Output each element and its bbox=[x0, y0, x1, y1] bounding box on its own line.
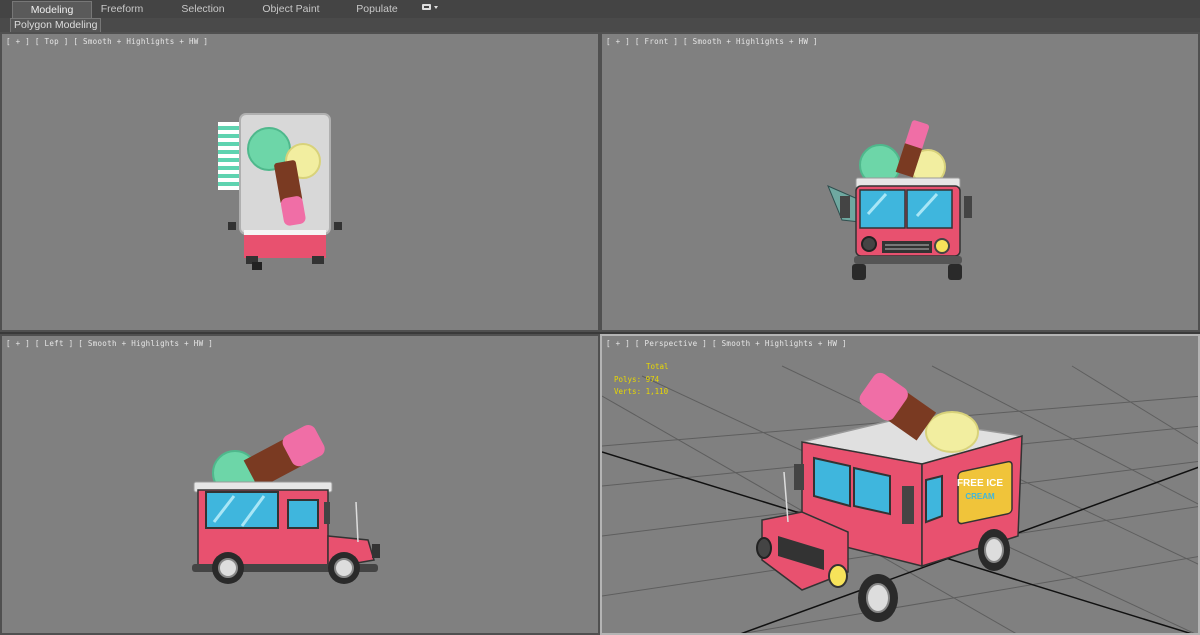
stats-verts-label: Verts: bbox=[614, 387, 642, 396]
tab-object-paint[interactable]: Object Paint bbox=[254, 1, 328, 17]
stats-verts-value: 1,110 bbox=[645, 387, 669, 396]
viewport-perspective-label[interactable]: [ + ] [ Perspective ] [ Smooth + Highlig… bbox=[606, 339, 847, 348]
scene-statistics: Total Polys: 974 Verts: 1,110 bbox=[614, 361, 669, 399]
ribbon-options-glyph bbox=[422, 4, 438, 10]
ribbon-bar: Modeling Freeform Selection Object Paint… bbox=[0, 0, 1200, 19]
tab-populate[interactable]: Populate bbox=[348, 1, 406, 17]
stats-polys-value: 974 bbox=[645, 374, 660, 384]
sign-text-line1: FREE ICE bbox=[957, 478, 1003, 489]
tab-selection[interactable]: Selection bbox=[170, 1, 236, 17]
stats-header: Total bbox=[646, 362, 669, 371]
stats-polys-label: Polys: bbox=[614, 374, 642, 384]
truck-left-view bbox=[192, 424, 380, 584]
ribbon-options-icon[interactable] bbox=[418, 1, 442, 17]
tab-modeling[interactable]: Modeling bbox=[12, 1, 92, 18]
perspective-scene: FREE ICE CREAM bbox=[602, 365, 1198, 633]
tab-freeform[interactable]: Freeform bbox=[88, 1, 156, 17]
stats-verts-row: Verts: 1,110 bbox=[614, 386, 669, 399]
viewport-left[interactable]: [ + ] [ Left ] [ Smooth + Highlights + H… bbox=[0, 334, 600, 635]
viewport-top[interactable]: [ + ] [ Top ] [ Smooth + Highlights + HW… bbox=[0, 32, 600, 332]
subtab-polygon-modeling[interactable]: Polygon Modeling bbox=[10, 18, 102, 33]
truck-front-view bbox=[827, 120, 972, 280]
viewport-front[interactable]: [ + ] [ Front ] [ Smooth + Highlights + … bbox=[600, 32, 1200, 332]
awning-stripes bbox=[218, 122, 242, 190]
ribbon-subbar: Polygon Modeling bbox=[0, 18, 1200, 33]
viewport-perspective[interactable]: FREE ICE CREAM [ + ] [ Perspective ] [ S… bbox=[600, 334, 1200, 635]
stats-polys-row: Polys: 974 bbox=[614, 374, 669, 387]
sign-text-line2: CREAM bbox=[965, 492, 995, 501]
truck-top-view bbox=[218, 113, 342, 270]
